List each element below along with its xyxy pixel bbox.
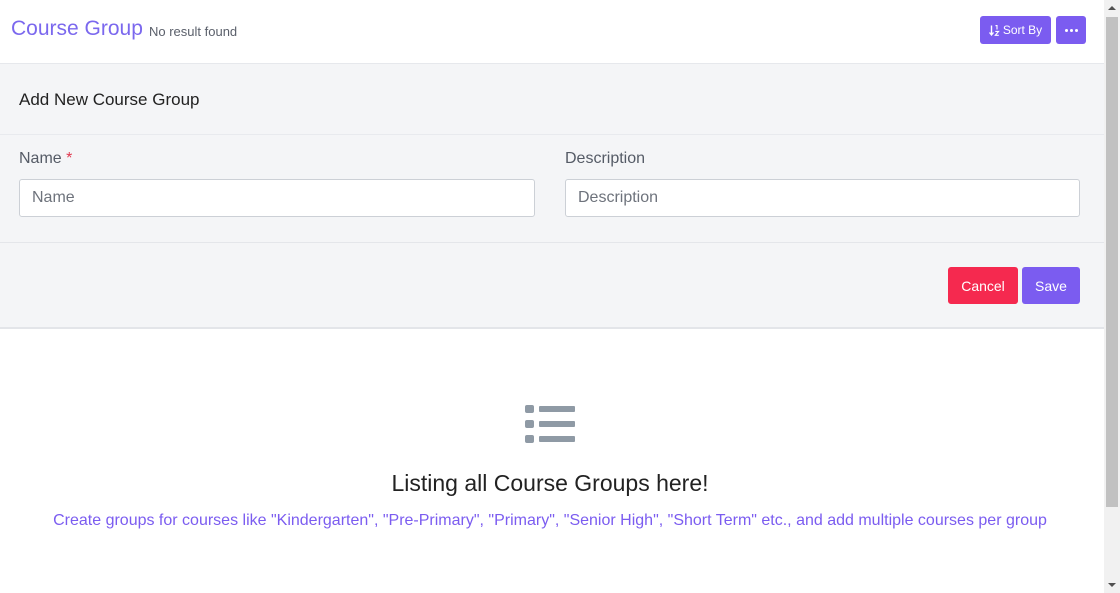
empty-state-description: Create groups for courses like "Kinderga… (53, 512, 1047, 529)
form-title: Add New Course Group (19, 90, 200, 109)
sort-by-button[interactable]: Sort By (980, 16, 1051, 44)
save-button[interactable]: Save (1022, 267, 1080, 304)
sort-by-label: Sort By (1002, 23, 1043, 37)
empty-state-title: Listing all Course Groups here! (391, 470, 709, 496)
name-label: Name * (19, 150, 72, 168)
page-header: Course Group No result found Sort By (0, 0, 1104, 64)
scroll-thumb[interactable] (1106, 17, 1118, 507)
scroll-up-arrow-icon[interactable] (1104, 0, 1120, 16)
cancel-button[interactable]: Cancel (948, 267, 1018, 304)
sort-numeric-icon (988, 24, 1000, 36)
add-course-group-form: Add New Course Group Name * Description … (0, 64, 1104, 329)
form-divider (0, 134, 1104, 135)
required-mark: * (66, 150, 73, 167)
ellipsis-icon (1064, 28, 1078, 32)
vertical-scrollbar[interactable] (1104, 0, 1120, 593)
page-viewport: Course Group No result found Sort By Add… (0, 0, 1104, 593)
page-title: Course Group (11, 17, 143, 40)
form-footer-divider (0, 242, 1104, 243)
scroll-down-arrow-icon[interactable] (1104, 577, 1120, 593)
description-label: Description (565, 150, 646, 167)
result-status: No result found (149, 24, 238, 39)
name-label-text: Name (19, 150, 62, 167)
name-input[interactable] (19, 179, 535, 217)
list-icon (525, 405, 575, 443)
description-input[interactable] (565, 179, 1080, 217)
more-options-button[interactable] (1056, 16, 1086, 44)
